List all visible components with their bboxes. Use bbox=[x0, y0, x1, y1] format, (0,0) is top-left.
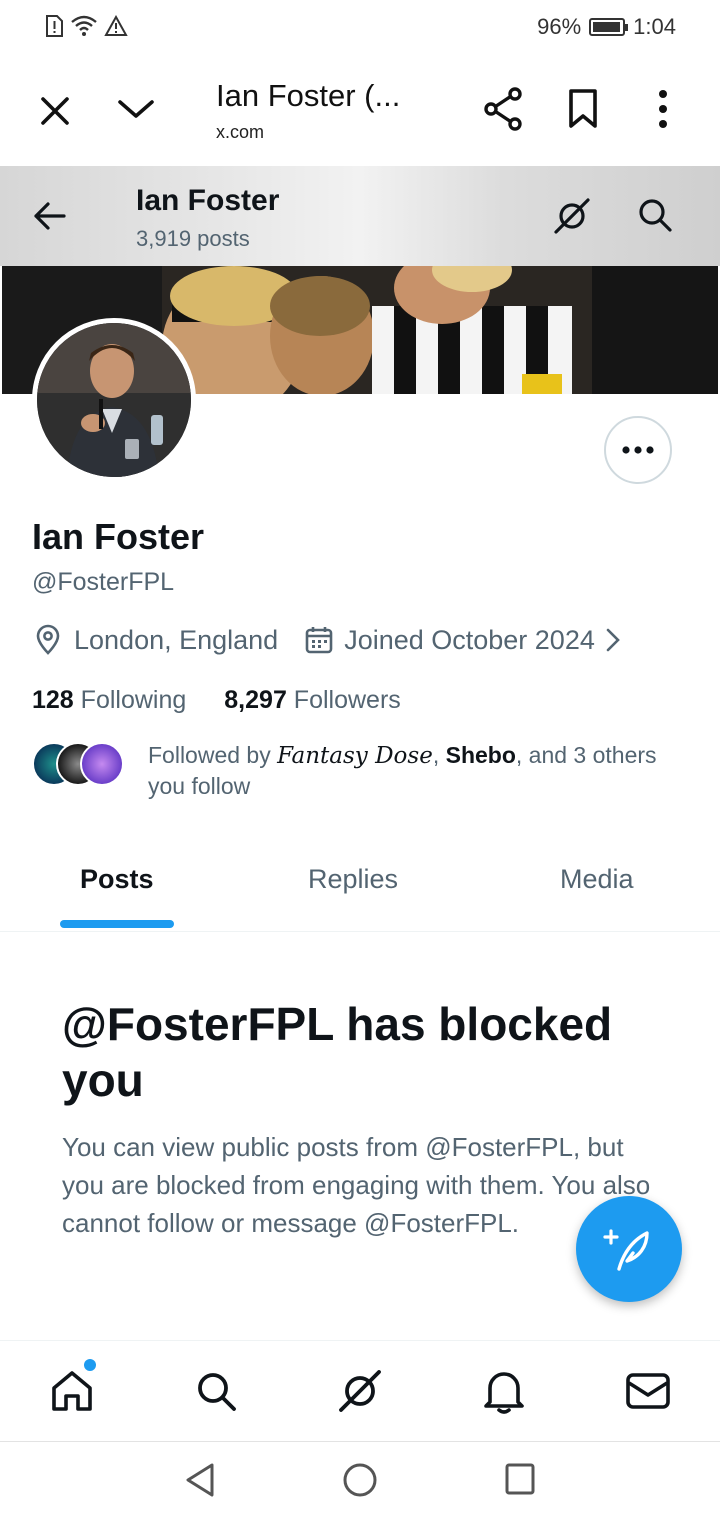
avatar[interactable] bbox=[32, 318, 196, 482]
back-button[interactable] bbox=[30, 198, 70, 239]
clock: 1:04 bbox=[633, 14, 676, 39]
system-back-button[interactable] bbox=[184, 1462, 216, 1503]
followers-count: 8,297 bbox=[224, 686, 287, 714]
more-vertical-icon bbox=[659, 90, 667, 128]
menu-button[interactable] bbox=[650, 88, 676, 130]
display-name: Ian Foster bbox=[32, 516, 205, 557]
follower-name-1: Fantasy Dose bbox=[277, 743, 433, 769]
collapse-button[interactable] bbox=[116, 94, 156, 124]
system-recents-button[interactable] bbox=[504, 1462, 536, 1501]
active-tab-indicator bbox=[60, 920, 174, 928]
battery-percent: 96% bbox=[537, 14, 582, 39]
share-button[interactable] bbox=[482, 86, 526, 132]
home-icon bbox=[52, 1371, 92, 1411]
share-icon bbox=[484, 87, 522, 131]
followed-by-prefix: Followed by bbox=[148, 742, 271, 768]
wifi-icon bbox=[71, 15, 97, 36]
blocked-title: @FosterFPL has blocked you bbox=[62, 998, 613, 1106]
home-notification-dot bbox=[84, 1359, 96, 1371]
chevron-down-icon bbox=[118, 100, 154, 118]
tab-media[interactable]: Media bbox=[560, 864, 634, 895]
square-recents-icon bbox=[505, 1463, 535, 1495]
status-bar: 96% 1:04 bbox=[0, 0, 720, 56]
following-count: 128 bbox=[32, 686, 74, 714]
profile-search-button[interactable] bbox=[636, 196, 674, 239]
nav-messages[interactable] bbox=[624, 1367, 672, 1415]
profile-meta: London, England Joined October 2024 bbox=[32, 624, 621, 656]
follow-stats: 128 Following 8,297 Followers bbox=[32, 686, 401, 715]
profile-tabs: Posts Replies Media bbox=[0, 840, 720, 932]
close-icon bbox=[41, 97, 69, 125]
header-name: Ian Foster bbox=[136, 184, 280, 217]
follower-name-2: Shebo bbox=[445, 742, 516, 768]
status-icons bbox=[44, 14, 128, 38]
tab-replies[interactable]: Replies bbox=[308, 864, 398, 895]
nav-explore[interactable] bbox=[192, 1367, 240, 1415]
back-arrow-icon bbox=[34, 202, 66, 230]
calendar-icon bbox=[305, 627, 333, 654]
compose-icon bbox=[603, 1229, 649, 1271]
more-horizontal-icon bbox=[622, 446, 654, 454]
status-right: 96% 1:04 bbox=[537, 14, 676, 40]
followed-by-avatars bbox=[32, 742, 128, 786]
profile-header-bar: Ian Foster 3,919 posts bbox=[0, 166, 720, 266]
system-home-button[interactable] bbox=[342, 1462, 378, 1503]
compose-button[interactable] bbox=[576, 1196, 682, 1302]
location-text: London, England bbox=[74, 624, 279, 655]
location-pin-icon bbox=[36, 624, 60, 655]
mail-icon bbox=[626, 1373, 670, 1409]
nav-grok[interactable] bbox=[336, 1367, 384, 1415]
bookmark-button[interactable] bbox=[566, 88, 600, 130]
followed-by-separator: , bbox=[432, 742, 440, 768]
page-title: Ian Foster (... bbox=[216, 78, 401, 113]
following-label: Following bbox=[80, 686, 187, 714]
followers-label: Followers bbox=[293, 686, 401, 714]
system-nav bbox=[0, 1442, 720, 1520]
battery-icon bbox=[589, 18, 629, 36]
bookmark-icon bbox=[569, 89, 597, 128]
search-icon bbox=[639, 199, 672, 232]
grok-icon bbox=[554, 198, 590, 234]
chevron-right-icon bbox=[606, 628, 620, 652]
handle: @FosterFPL bbox=[32, 568, 175, 596]
triangle-back-icon bbox=[186, 1463, 214, 1497]
joined-date[interactable]: Joined October 2024 bbox=[304, 625, 621, 656]
joined-text: Joined October 2024 bbox=[344, 624, 595, 655]
nav-home[interactable] bbox=[48, 1367, 96, 1415]
close-tab-button[interactable] bbox=[36, 92, 74, 130]
location: London, England bbox=[32, 624, 278, 656]
followers-link[interactable]: 8,297 Followers bbox=[224, 686, 401, 715]
sim-alert-icon bbox=[46, 15, 63, 37]
warning-icon bbox=[104, 15, 128, 36]
circle-home-icon bbox=[343, 1463, 377, 1497]
page-url: x.com bbox=[216, 122, 265, 142]
grok-button[interactable] bbox=[552, 196, 592, 241]
bottom-nav bbox=[0, 1340, 720, 1442]
search-icon bbox=[198, 1373, 236, 1411]
nav-notifications[interactable] bbox=[480, 1367, 528, 1415]
header-posts-count: 3,919 posts bbox=[136, 226, 250, 251]
blocked-body: You can view public posts from @FosterFP… bbox=[62, 1132, 651, 1238]
followed-by-text: Followed by Fantasy Dose, Shebo, and 3 o… bbox=[148, 740, 678, 801]
grok-icon bbox=[339, 1370, 381, 1412]
avatar-image bbox=[37, 323, 191, 477]
follower-avatar bbox=[80, 742, 124, 786]
profile-more-button[interactable] bbox=[604, 416, 672, 484]
following-link[interactable]: 128 Following bbox=[32, 686, 186, 715]
browser-toolbar: Ian Foster (... x.com bbox=[0, 56, 720, 166]
bell-icon bbox=[484, 1372, 524, 1414]
tab-posts[interactable]: Posts bbox=[80, 864, 154, 895]
